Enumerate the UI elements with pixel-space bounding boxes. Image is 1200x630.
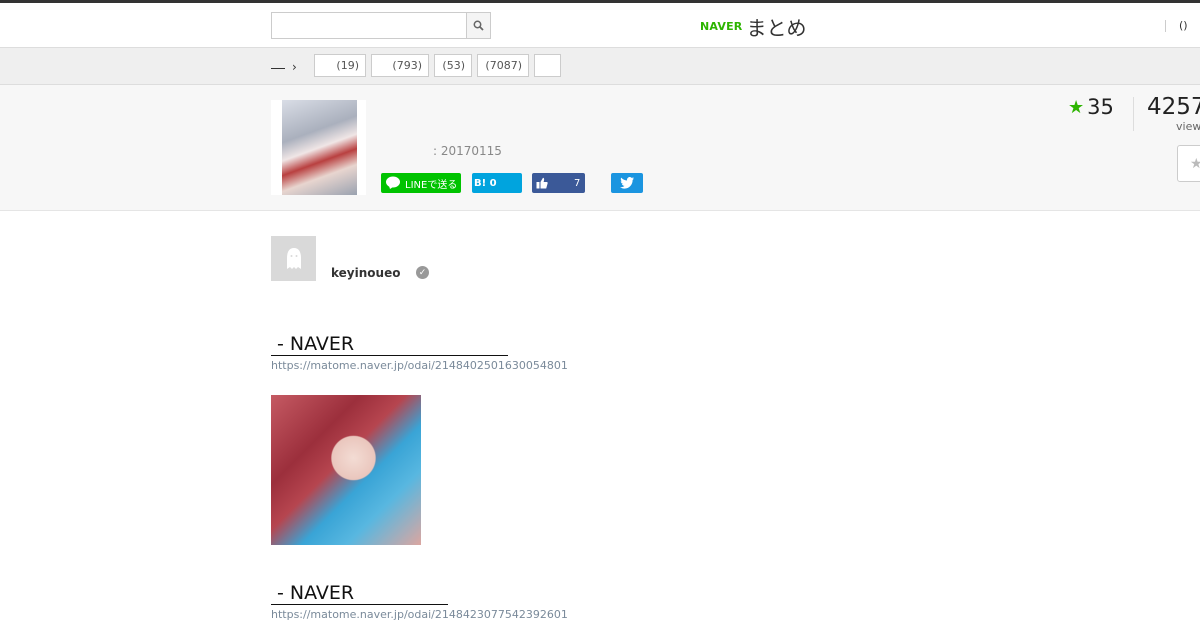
hatena-bookmark-button[interactable]: B! 0 [472,173,522,193]
chevron-right-icon: › [292,60,297,74]
category-tag[interactable]: (793) [371,54,429,77]
search-button[interactable] [466,12,491,39]
category-tag[interactable]: (19) [314,54,366,77]
link-url[interactable]: https://matome.naver.jp/odai/21484230775… [271,608,568,621]
header-user-link[interactable]: () [1179,19,1188,32]
view-label: view [1176,120,1200,133]
thumbnail-image [282,100,357,195]
author-avatar[interactable] [271,236,316,281]
facebook-like-button[interactable]: 7 [532,173,585,193]
search-input[interactable] [271,12,467,39]
twitter-icon [620,177,634,189]
logo-brand: NAVER [700,19,743,33]
tag-count: (793) [392,59,422,72]
tag-count: (7087) [485,59,522,72]
logo-service: まとめ [746,15,807,40]
matome-thumbnail[interactable] [271,100,366,195]
author-name[interactable]: keyinoueo [331,266,400,280]
line-share-label: LINEで送る [405,179,458,191]
site-logo[interactable]: NAVER まとめ [700,13,807,40]
header-divider [1165,20,1166,32]
breadcrumb[interactable] [271,58,285,72]
thumbs-up-icon [536,177,548,189]
link-thumbnail-image[interactable] [271,395,421,545]
twitter-share-button[interactable] [611,173,643,193]
default-avatar-icon [286,247,301,269]
category-tag[interactable]: (53) [434,54,472,77]
category-tag[interactable]: (7087) [477,54,529,77]
breadcrumb-label [271,59,285,69]
view-count: 4257 [1147,94,1200,120]
line-share-button[interactable]: LINEで送る [381,173,461,193]
tag-count: (19) [336,59,359,72]
link-title[interactable]: - NAVER [271,333,508,356]
tag-count: (53) [442,59,465,72]
hatena-label: B! 0 [474,177,497,189]
stats-divider [1133,97,1134,131]
site-header: NAVER まとめ () [0,3,1200,48]
category-tag[interactable] [534,54,561,77]
search-icon [473,20,484,31]
facebook-count: 7 [574,177,581,189]
verified-icon: ✓ [416,266,429,279]
favorite-count-value: 35 [1087,95,1114,119]
link-url[interactable]: https://matome.naver.jp/odai/21484025016… [271,359,568,372]
matome-summary: : 20170115 LINEで送る B! 0 7 ★ 35 4257 view… [0,85,1200,211]
link-title[interactable]: - NAVER [271,582,448,605]
favorite-count: ★ 35 [1068,95,1114,119]
add-favorite-button[interactable]: ★ [1177,145,1200,182]
updated-date: : 20170115 [433,144,502,158]
category-bar: › (19) (793) (53) (7087) [0,48,1200,85]
line-icon [386,176,400,189]
star-icon: ★ [1068,96,1085,118]
star-icon: ★ [1190,155,1200,172]
